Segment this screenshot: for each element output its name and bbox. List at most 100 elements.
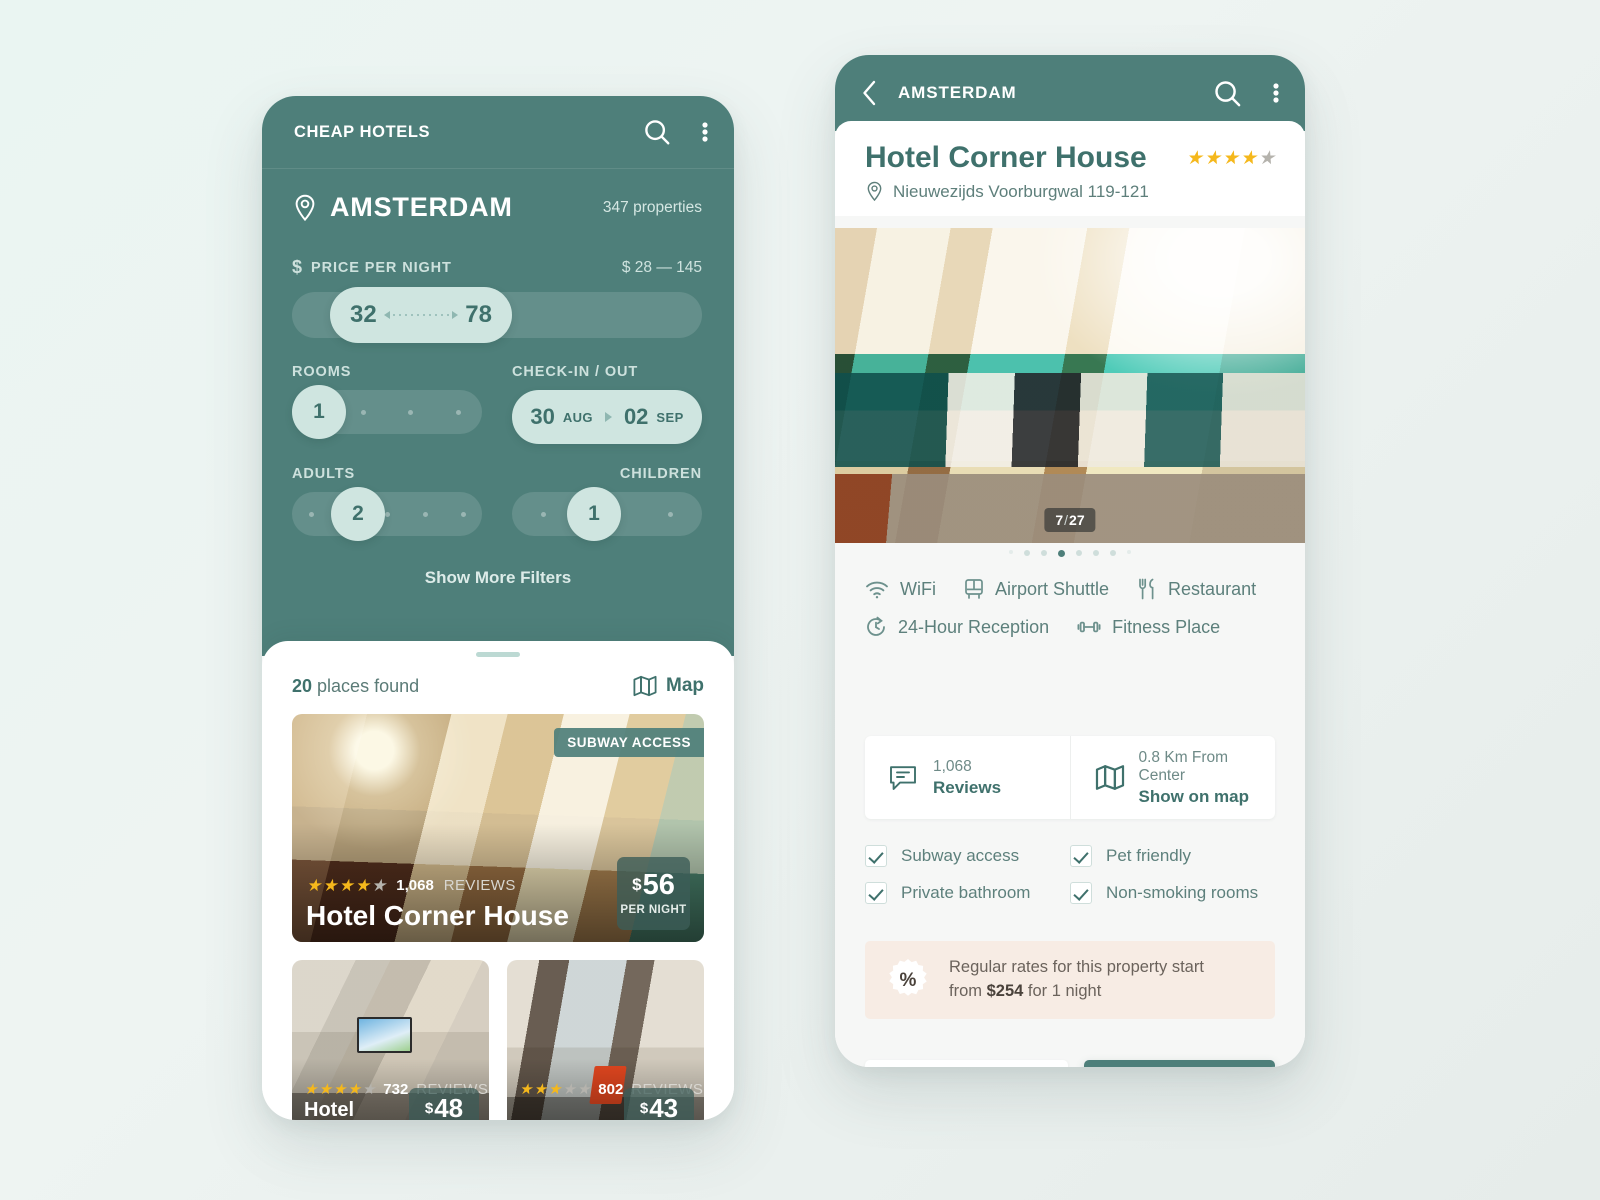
- check-icon: [865, 845, 887, 867]
- results-count-text: 20 places found: [292, 676, 419, 697]
- reserve-button[interactable]: Reserve: [1084, 1060, 1275, 1067]
- cutlery-icon: [1137, 578, 1157, 600]
- hotel-address: Nieuwezijds Voorburgwal 119-121: [893, 181, 1149, 201]
- features-list: Subway access Pet friendly Private bathr…: [865, 845, 1275, 919]
- page-title: Hotel Corner House: [865, 141, 1147, 174]
- info-cards: 1,068 Reviews 0.8 Km From Center Show on…: [865, 736, 1275, 819]
- feature-label: Subway access: [901, 846, 1020, 865]
- guests-row: ADULTS 2 CHILDREN 1: [292, 466, 702, 541]
- search-icon[interactable]: [1212, 78, 1243, 109]
- amenity-fitness: Fitness Place: [1077, 617, 1220, 638]
- map-card-text: 0.8 Km From Center Show on map: [1139, 749, 1276, 807]
- photo-gallery[interactable]: 7/27: [835, 228, 1305, 543]
- map-icon: [1095, 764, 1125, 791]
- feature-pet-friendly[interactable]: Pet friendly: [1070, 845, 1275, 867]
- checkout-month: SEP: [656, 409, 684, 425]
- currency-symbol: $: [424, 1100, 434, 1117]
- dollar-icon: $: [292, 257, 303, 277]
- price-max-value: 78: [465, 301, 492, 328]
- list-item[interactable]: ★★★★★ 732 REVIEWS Hotel Schroder $48 P /…: [292, 960, 489, 1120]
- rooms-knob[interactable]: 1: [292, 385, 346, 439]
- price-value: 48: [434, 1093, 464, 1120]
- promo-text: Regular rates for this property start fr…: [949, 956, 1204, 1004]
- promo-line-2-after: for 1 night: [1023, 982, 1102, 1000]
- featured-price: $56: [632, 871, 675, 900]
- reviews-label: Reviews: [933, 777, 1002, 797]
- map-button-label: Map: [666, 675, 704, 696]
- rooms-label: ROOMS: [292, 364, 352, 380]
- bus-icon: [964, 578, 984, 600]
- price-range-handle[interactable]: 32 78: [330, 287, 512, 343]
- amenity-label: Fitness Place: [1112, 616, 1221, 637]
- price-value: 56: [642, 869, 675, 901]
- list-item[interactable]: ★★★★★ 802 REVIEWS Hotel Crown $43 P / NI…: [507, 960, 704, 1120]
- detail-action-bar: Full Info & Prices Reserve: [865, 1060, 1275, 1067]
- rooms-field: ROOMS 1: [292, 364, 482, 444]
- arrow-right-icon: [604, 412, 612, 422]
- percent-badge-icon: %: [885, 957, 931, 1003]
- full-info-prices-button[interactable]: Full Info & Prices: [865, 1060, 1068, 1067]
- amenity-label: Restaurant: [1168, 578, 1257, 599]
- appbar-divider: [262, 168, 734, 169]
- location-pin-icon: [292, 194, 318, 222]
- price-filter-range: $ 28 — 145: [621, 258, 702, 276]
- price-range-slider[interactable]: 32 78: [292, 287, 702, 343]
- search-screen-phone: CHEAP HOTELS AMSTERDAM 347 properties $ …: [262, 96, 734, 1120]
- svg-text:%: %: [900, 970, 917, 991]
- more-vertical-icon[interactable]: [702, 120, 708, 144]
- price-period: PER NIGHT: [620, 904, 687, 916]
- map-card[interactable]: 0.8 Km From Center Show on map: [1069, 736, 1276, 819]
- subway-access-badge: SUBWAY ACCESS: [554, 728, 704, 757]
- amenity-restaurant: Restaurant: [1137, 578, 1256, 600]
- hotel-address-row: Nieuwezijds Voorburgwal 119-121: [865, 181, 1275, 202]
- filters-panel: CHEAP HOTELS AMSTERDAM 347 properties $ …: [262, 96, 734, 656]
- date-range-picker[interactable]: 30 AUG 02 SEP: [512, 390, 702, 444]
- promo-line-2-before: from: [949, 982, 987, 1000]
- dumbbell-icon: [1077, 619, 1101, 635]
- check-icon: [1070, 882, 1092, 904]
- chevron-left-icon[interactable]: [861, 79, 878, 107]
- map-button[interactable]: Map: [633, 675, 704, 697]
- city-row[interactable]: AMSTERDAM 347 properties: [262, 168, 734, 223]
- children-knob[interactable]: 1: [567, 487, 621, 541]
- currency-symbol: $: [639, 1100, 649, 1117]
- adults-field: ADULTS 2: [292, 466, 482, 541]
- checkin-day: 30: [530, 404, 555, 429]
- price: $43: [640, 1095, 678, 1120]
- map-icon: [633, 675, 657, 697]
- amenity-reception: 24-Hour Reception: [865, 616, 1049, 638]
- hotel-cards-row: ★★★★★ 732 REVIEWS Hotel Schroder $48 P /…: [262, 942, 734, 1120]
- reviews-label: REVIEWS: [443, 877, 516, 894]
- children-stepper[interactable]: 1: [512, 487, 702, 541]
- feature-label: Private bathroom: [901, 883, 1031, 902]
- feature-private-bathroom[interactable]: Private bathroom: [865, 882, 1070, 904]
- children-field: CHILDREN 1: [512, 466, 702, 541]
- gallery-pagination-dots[interactable]: [835, 550, 1305, 557]
- feature-label: Pet friendly: [1106, 846, 1192, 865]
- price-filter-label: PRICE PER NIGHT: [311, 259, 452, 276]
- rooms-stepper[interactable]: 1: [292, 385, 482, 439]
- clock-icon: [865, 616, 887, 638]
- amenity-label: WiFi: [900, 578, 936, 599]
- children-label: CHILDREN: [619, 466, 702, 482]
- slider-connector: [383, 311, 459, 319]
- amenity-wifi: WiFi: [865, 579, 936, 600]
- feature-non-smoking[interactable]: Non-smoking rooms: [1070, 882, 1275, 904]
- adults-stepper[interactable]: 2: [292, 487, 482, 541]
- feature-subway-access[interactable]: Subway access: [865, 845, 1070, 867]
- more-vertical-icon[interactable]: [1273, 81, 1279, 105]
- show-more-filters-button[interactable]: Show More Filters: [262, 568, 734, 588]
- price-badge: $48 P / NIGHT: [409, 1088, 479, 1120]
- rooms-dates-row: ROOMS 1 CHECK-IN / OUT 30 AUG 02 SEP: [292, 364, 702, 444]
- promo-line-1: Regular rates for this property start: [949, 958, 1204, 977]
- price-value: 43: [649, 1093, 679, 1120]
- check-icon: [1070, 845, 1092, 867]
- reviews-card-text: 1,068 Reviews: [933, 758, 1001, 798]
- reviews-card[interactable]: 1,068 Reviews: [865, 736, 1070, 819]
- adults-knob[interactable]: 2: [331, 487, 385, 541]
- featured-hotel-card[interactable]: SUBWAY ACCESS ★ ★ ★ ★ ★ 1,068 REVIEWS Hotel …: [292, 714, 704, 942]
- amenity-label: Airport Shuttle: [994, 578, 1110, 599]
- search-icon[interactable]: [642, 117, 672, 147]
- featured-price-badge: $56 PER NIGHT: [617, 857, 690, 930]
- checkin-field: CHECK-IN / OUT 30 AUG 02 SEP: [512, 364, 702, 444]
